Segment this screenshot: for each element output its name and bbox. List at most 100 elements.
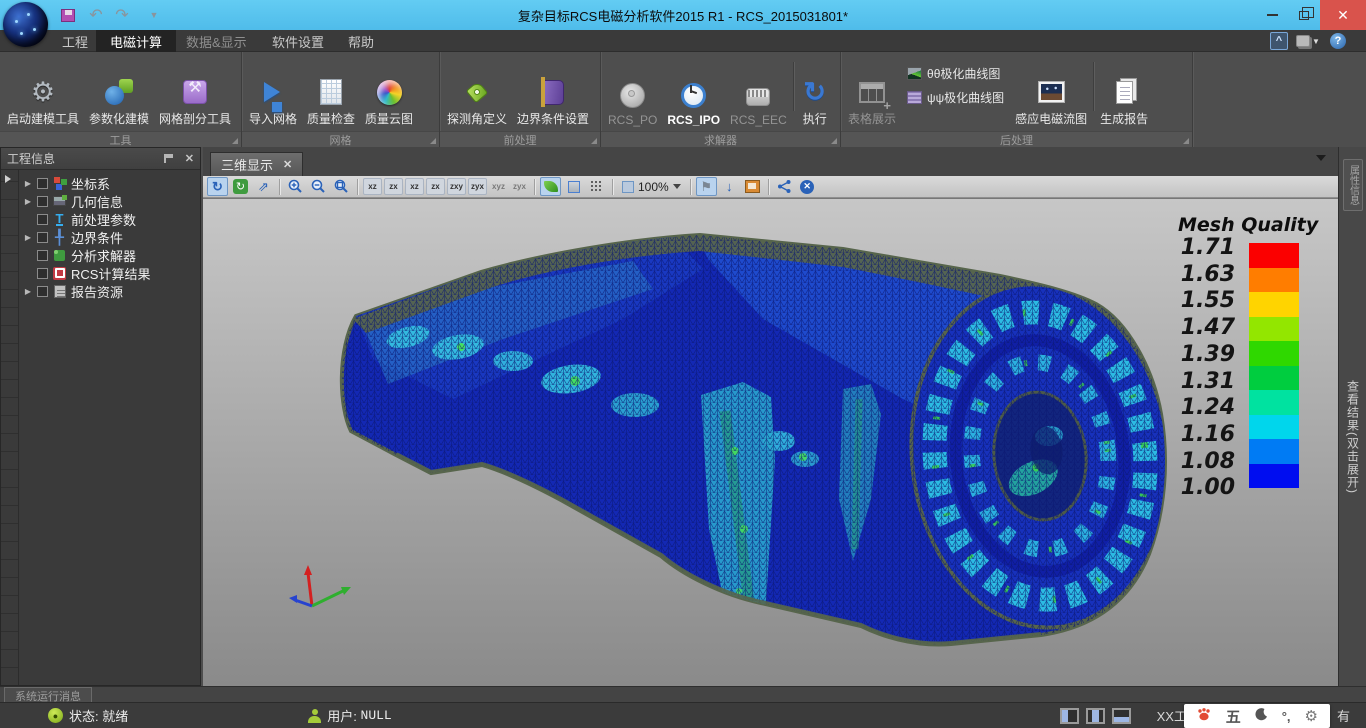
quality-cloud-map-button[interactable]: 质量云图	[360, 54, 418, 131]
display-style-icon[interactable]: ▼	[1296, 32, 1320, 50]
tree-item-geometry-info[interactable]: ▶ 几何信息	[19, 192, 200, 210]
dialog-launcher-icon[interactable]	[232, 138, 238, 144]
view-zyx-icon[interactable]: zyx	[510, 178, 529, 195]
view-zxy-icon[interactable]: zxy	[447, 178, 466, 195]
generate-report-button[interactable]: 生成报告	[1095, 54, 1153, 131]
system-message-tab[interactable]: 系统运行消息	[4, 687, 92, 703]
view-zx-icon[interactable]: zx	[426, 178, 445, 195]
zoom-out-icon[interactable]	[308, 177, 329, 196]
tab-data-display[interactable]: 数据&显示	[172, 30, 261, 52]
legend-band	[1249, 268, 1299, 293]
shaded-view-icon[interactable]	[540, 177, 561, 196]
ime-punct-icon[interactable]: °,	[1282, 709, 1291, 724]
sync-refresh-icon[interactable]: ↻	[230, 177, 251, 196]
app-logo[interactable]	[3, 2, 48, 47]
ime-gear-icon[interactable]: ⚙	[1305, 707, 1318, 725]
legend-value: 1.63	[1155, 265, 1235, 285]
pan-arrow-icon[interactable]: ⇗	[253, 177, 274, 196]
tree-gutter	[1, 170, 19, 685]
viewport-toolbar: ↻ ↻ ⇗ xzzxxzzxzxyzyxxyzzyx 100%	[203, 176, 1338, 198]
legend-value: 1.16	[1155, 425, 1235, 445]
viewport-3d[interactable]: Mesh Quality 1.711.631.551.471.391.311.2…	[203, 198, 1338, 686]
minimize-button[interactable]	[1256, 0, 1288, 30]
checkbox[interactable]	[37, 214, 48, 225]
zoom-level-select[interactable]: 100%	[618, 177, 685, 196]
rcs-po-button[interactable]: RCS_PO	[603, 54, 662, 131]
rcs-eec-button[interactable]: RCS_EEC	[725, 54, 792, 131]
layout-center-panel-icon[interactable]	[1086, 708, 1105, 724]
property-info-tab[interactable]: 属性信息	[1343, 159, 1363, 211]
help-icon[interactable]: ?	[1330, 32, 1346, 50]
tree-item-rcs-results[interactable]: RCS计算结果	[19, 264, 200, 282]
zoom-window-icon[interactable]	[331, 177, 352, 196]
checkbox[interactable]	[37, 232, 48, 243]
tab-software-settings[interactable]: 软件设置	[258, 30, 338, 52]
view-zx-icon[interactable]: zx	[384, 178, 403, 195]
mesh-partition-tool-button[interactable]: 网格剖分工具	[154, 54, 236, 131]
tree-item-boundary-conditions[interactable]: ▶ ╀ 边界条件	[19, 228, 200, 246]
dialog-launcher-icon[interactable]	[831, 138, 837, 144]
tree-item-analysis-solver[interactable]: 分析求解器	[19, 246, 200, 264]
checkbox[interactable]	[37, 268, 48, 279]
boundary-condition-settings-button[interactable]: 边界条件设置	[512, 54, 594, 131]
import-mesh-button[interactable]: 导入网格	[244, 54, 302, 131]
layout-bottom-panel-icon[interactable]	[1112, 708, 1131, 724]
rotate-icon[interactable]: ↻	[207, 177, 228, 196]
collapse-ribbon-icon[interactable]: ^	[1270, 32, 1288, 50]
share-icon[interactable]	[774, 177, 795, 196]
pin-icon[interactable]	[164, 154, 173, 163]
gear-icon: ⚙	[28, 77, 58, 107]
face-select-icon[interactable]: ⚑	[696, 177, 717, 196]
points-view-icon[interactable]	[586, 177, 607, 196]
layout-left-panel-icon[interactable]	[1060, 708, 1079, 724]
tab-project[interactable]: 工程	[48, 30, 102, 52]
theta-theta-polar-curve-button[interactable]: θθ极化曲线图	[907, 65, 1004, 82]
tab-help[interactable]: 帮助	[334, 30, 388, 52]
dialog-launcher-icon[interactable]	[591, 138, 597, 144]
parametric-modeling-button[interactable]: 参数化建模	[84, 54, 154, 131]
psi-psi-polar-curve-button[interactable]: ψψ极化曲线图	[907, 89, 1004, 106]
view-xz-icon[interactable]: xz	[363, 178, 382, 195]
snapshot-icon[interactable]	[742, 177, 763, 196]
execute-button[interactable]: ↻ 执行	[795, 54, 835, 131]
wireframe-view-icon[interactable]	[563, 177, 584, 196]
checkbox[interactable]	[37, 286, 48, 297]
tab-em-computation[interactable]: 电磁计算	[96, 30, 176, 52]
tree-item-coordinate-system[interactable]: ▶ 坐标系	[19, 174, 200, 192]
expand-arrow-icon[interactable]: ▶	[23, 287, 33, 296]
ime-wubi-mode[interactable]: 五	[1226, 706, 1241, 727]
checkbox[interactable]	[37, 196, 48, 207]
document-area: 三维显示 ✕ ↻ ↻ ⇗ xzzxxzzxzxyzyxxyzzyx	[203, 147, 1338, 686]
ime-paw-icon[interactable]	[1196, 707, 1212, 726]
close-tab-icon[interactable]: ✕	[283, 158, 292, 171]
zoom-in-icon[interactable]	[285, 177, 306, 196]
restore-button[interactable]	[1288, 0, 1320, 30]
rcs-ipo-button[interactable]: RCS_IPO	[662, 54, 725, 131]
tab-overflow-icon[interactable]	[1316, 155, 1326, 166]
expand-arrow-icon[interactable]: ▶	[23, 233, 33, 242]
application-window: ↶ ↷ ▼ 复杂目标RCS电磁分析软件2015 R1 - RCS_2015031…	[0, 0, 1366, 728]
tab-3d-display[interactable]: 三维显示 ✕	[210, 152, 303, 176]
view-xyz-icon[interactable]: xyz	[489, 178, 508, 195]
dialog-launcher-icon[interactable]	[430, 138, 436, 144]
checkbox[interactable]	[37, 250, 48, 261]
close-icon[interactable]: ✕	[185, 152, 194, 165]
ime-moon-icon[interactable]	[1255, 708, 1268, 725]
table-display-button[interactable]: 表格展示	[843, 54, 901, 131]
close-circle-icon[interactable]: ✕	[797, 177, 818, 196]
view-xz-icon[interactable]: xz	[405, 178, 424, 195]
detect-angle-define-button[interactable]: 探测角定义	[442, 54, 512, 131]
close-button[interactable]: ✕	[1320, 0, 1366, 30]
view-zyx-icon[interactable]: zyx	[468, 178, 487, 195]
view-results-tab[interactable]: 查看结果(双击展开)	[1342, 352, 1364, 522]
tree-item-report-resources[interactable]: ▶ 报告资源	[19, 282, 200, 300]
dialog-launcher-icon[interactable]	[1183, 138, 1189, 144]
expand-arrow-icon[interactable]: ▶	[23, 179, 33, 188]
checkbox[interactable]	[37, 178, 48, 189]
import-direction-icon[interactable]: ↓	[719, 177, 740, 196]
expand-arrow-icon[interactable]: ▶	[23, 197, 33, 206]
induced-em-current-map-button[interactable]: 感应电磁流图	[1010, 54, 1092, 131]
quality-check-button[interactable]: 质量检查	[302, 54, 360, 131]
start-modeling-tool-button[interactable]: ⚙ 启动建模工具	[2, 54, 84, 131]
tree-item-preprocess-params[interactable]: T 前处理参数	[19, 210, 200, 228]
